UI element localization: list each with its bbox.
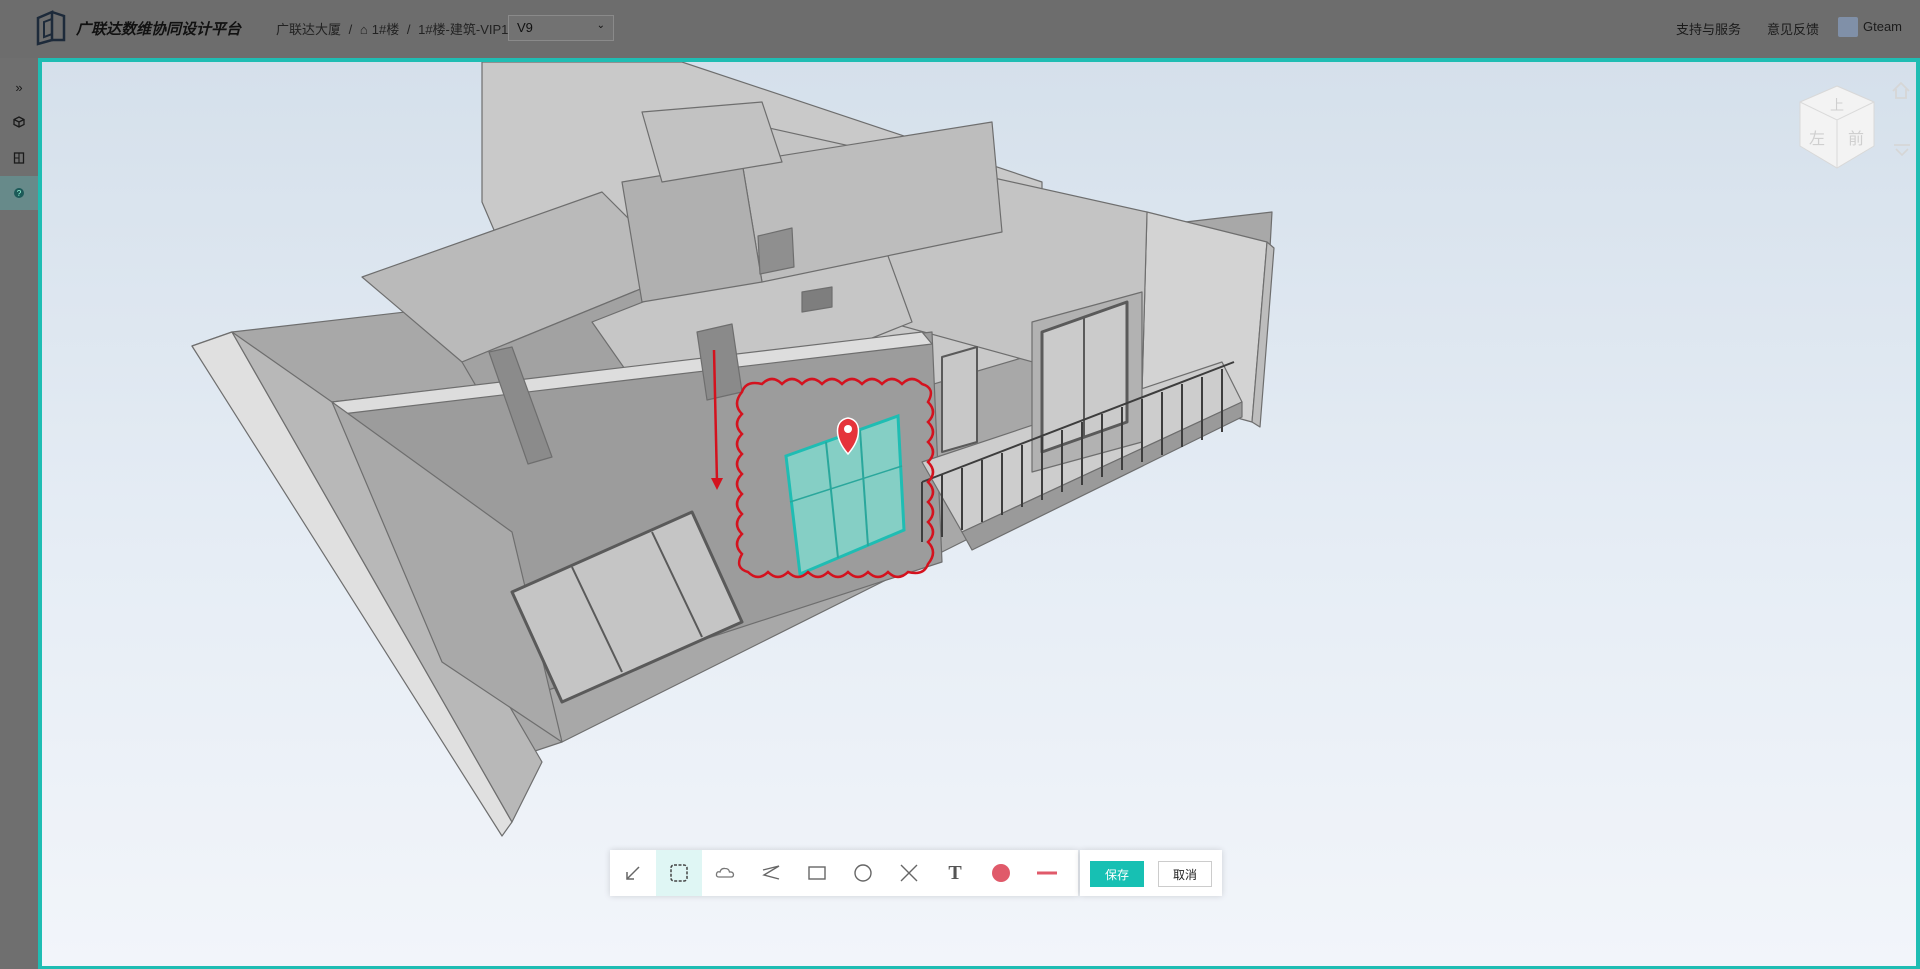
support-link[interactable]: 支持与服务 (1676, 19, 1741, 38)
view-cube-front-face[interactable]: 前 (1848, 129, 1864, 148)
avatar[interactable] (1838, 17, 1858, 37)
save-button[interactable]: 保存 (1090, 861, 1144, 887)
breadcrumb-separator: / (348, 22, 353, 37)
polyline-icon (762, 865, 780, 880)
tool-cloud[interactable] (702, 850, 748, 896)
text-icon: T (948, 861, 962, 884)
expand-icon: » (15, 79, 23, 95)
chevron-down-icon: ⌄ (596, 20, 605, 31)
arrow-icon (626, 866, 640, 880)
breadcrumb-building[interactable]: 1#楼 (372, 22, 399, 37)
view-cube-left-face[interactable]: 左 (1809, 129, 1825, 148)
tool-cross[interactable] (886, 850, 932, 896)
tool-line-width[interactable] (1024, 850, 1070, 896)
tool-polyline[interactable] (748, 850, 794, 896)
tool-rectangle[interactable] (794, 850, 840, 896)
feedback-link[interactable]: 意见反馈 (1767, 19, 1819, 38)
version-select-value: V9 (517, 20, 533, 35)
user-name[interactable]: Gteam (1863, 19, 1902, 34)
building-model[interactable] (42, 62, 1920, 969)
building-icon: ⌂ (359, 22, 368, 37)
rectangle-icon (808, 866, 826, 880)
top-bar: 广联达数维协同设计平台 广联达大厦 / ⌂ 1#楼 / 1#楼-建筑-VIP1 V… (0, 0, 1920, 58)
tool-region-select[interactable] (656, 850, 702, 896)
tool-circle[interactable] (840, 850, 886, 896)
help-icon: ? (14, 188, 24, 198)
tool-arrow[interactable] (610, 850, 656, 896)
view-cube-top-face[interactable]: 上 (1830, 98, 1844, 114)
home-icon[interactable] (1890, 80, 1912, 102)
breadcrumb-project[interactable]: 广联达大厦 (276, 22, 341, 37)
tool-text[interactable]: T (932, 850, 978, 896)
sidebar-help-button[interactable]: ? (0, 176, 38, 210)
view-cube[interactable]: 上 左 前 (1792, 82, 1882, 172)
circle-icon (854, 864, 872, 882)
color-icon (992, 864, 1010, 882)
app-logo-icon[interactable] (34, 10, 68, 46)
cloud-icon (715, 867, 735, 878)
markup-toolbar: T (610, 850, 1078, 896)
markup-action-bar: 保存 取消 (1080, 850, 1222, 896)
tool-color[interactable] (978, 850, 1024, 896)
left-sidebar: » ? (0, 58, 38, 969)
app-title: 广联达数维协同设计平台 (76, 21, 242, 38)
model-viewport[interactable]: 上 左 前 (38, 58, 1920, 969)
view-menu-icon[interactable] (1892, 142, 1912, 158)
model-cube-icon (13, 116, 25, 128)
breadcrumb: 广联达大厦 / ⌂ 1#楼 / 1#楼-建筑-VIP1 (276, 19, 512, 38)
breadcrumb-separator: / (406, 22, 411, 37)
region-select-icon (670, 864, 688, 882)
breadcrumb-model[interactable]: 1#楼-建筑-VIP1 (418, 22, 508, 37)
version-select[interactable]: V9 ⌄ (508, 15, 614, 41)
svg-text:?: ? (17, 189, 22, 198)
sidebar-drawing-button[interactable] (0, 141, 38, 175)
drawing-icon (13, 152, 25, 164)
sidebar-expand-button[interactable]: » (0, 70, 38, 104)
cancel-button[interactable]: 取消 (1158, 861, 1212, 887)
cross-icon (900, 864, 918, 882)
line-width-icon (1037, 871, 1057, 875)
sidebar-model-button[interactable] (0, 105, 38, 139)
